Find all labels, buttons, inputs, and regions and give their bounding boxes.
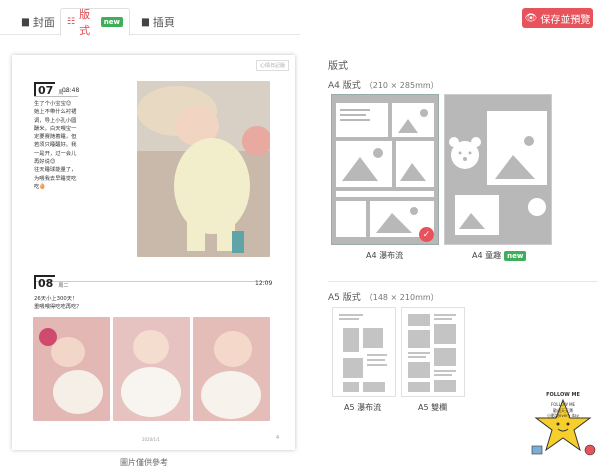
a4-section-title: A4 版式 （210 × 285mm）: [328, 78, 439, 91]
tab-bar: ▆ 封面 ☷ 版式 new ▆ 插頁: [0, 8, 300, 37]
photo-image: [193, 317, 270, 421]
new-badge: new: [504, 250, 527, 261]
divider: [34, 96, 78, 97]
template-a5-two-column-label: A5 雙欄: [418, 402, 447, 413]
label-text: A4 童趣: [472, 251, 502, 260]
mascot-icon: FOLLOW ME: [531, 392, 596, 456]
template-a4-waterfall[interactable]: [331, 94, 439, 245]
entry-text: 生了个小宝宝😊 她上不带什么衬裙 调，导上小孔小圆 酬米。白天喂宝一 定要赛随着…: [34, 101, 77, 190]
mascot-top-text: FOLLOW ME: [550, 402, 576, 407]
photo-image: [113, 317, 190, 421]
tab-layout[interactable]: ☷ 版式 new: [60, 8, 130, 37]
entry-text: 26天小上300天！ 重喂喂得吃吃再吃？: [34, 296, 82, 311]
template-a5-waterfall-label: A5 瀑布流: [344, 402, 381, 413]
layout-thumbnail: [408, 314, 456, 392]
tab-cover[interactable]: ▆ 封面: [16, 8, 61, 35]
entry-time: 12:09: [255, 280, 273, 287]
day-number: 08: [34, 275, 56, 289]
book-icon: ▆: [22, 16, 29, 27]
bookmark-icon: ▆: [142, 16, 149, 27]
day-number: 07: [34, 82, 56, 96]
template-a4-waterfall-label: A4 瀑布流: [366, 250, 403, 261]
selected-check-icon: ✓: [419, 227, 434, 242]
baby-photo-sleeping: [137, 81, 270, 257]
a5-dims: （148 × 210mm）: [364, 293, 439, 302]
mascot-logo: FOLLOW ME FOLLOW ME 歡迎天天寶 小影說every day: [528, 388, 598, 464]
baby-photo: [113, 317, 190, 421]
section-divider: [328, 281, 598, 282]
label-text: A5 雙欄: [418, 403, 448, 412]
preview-caption: 圖片僅供參考: [120, 458, 168, 467]
photo-image: [137, 81, 270, 257]
template-a5-two-column[interactable]: [401, 307, 465, 397]
tab-insert-page[interactable]: ▆ 插頁: [136, 8, 181, 35]
a4-dims: （210 × 285mm）: [364, 81, 439, 90]
panel-title: 版式: [328, 61, 348, 72]
baby-photo: [33, 317, 110, 421]
page-date: 2020/1/1: [142, 437, 160, 442]
save-preview-button[interactable]: 👁 保存並預覽: [522, 8, 593, 28]
divider: [34, 281, 270, 282]
eye-icon: 👁: [524, 12, 538, 24]
layout-thumbnail: [339, 314, 387, 392]
label-text: A5 瀑布流: [344, 403, 382, 412]
layout-thumbnail: [332, 95, 438, 244]
tab-cover-label: 封面: [32, 15, 55, 29]
tab-insert-page-label: 插頁: [152, 15, 175, 29]
tab-layout-label: 版式: [79, 8, 91, 37]
weekday: 周二: [58, 283, 69, 289]
save-preview-label: 保存並預覽: [540, 14, 591, 26]
a5-section-title: A5 版式 （148 × 210mm）: [328, 290, 439, 303]
new-badge: new: [100, 17, 123, 27]
corner-mark: 4: [276, 435, 280, 441]
template-a5-waterfall[interactable]: [332, 307, 396, 397]
a4-title: A4 版式: [328, 81, 361, 91]
template-a4-fun-label: A4 童趣 new: [472, 250, 527, 261]
page-preview: 心情日記版 07 周一 08:48 生了个小宝宝😊 她上不带什么衬裙 调，导上小…: [12, 55, 295, 450]
baby-photo: [193, 317, 270, 421]
mascot-line2: 小影說every day: [547, 413, 579, 418]
entry-time: 08:48: [62, 87, 80, 94]
watermark: 心情日記版: [255, 60, 289, 71]
entry-date: 08 周二: [34, 275, 68, 289]
photo-image: [33, 317, 110, 421]
svg-text:FOLLOW ME: FOLLOW ME: [546, 392, 580, 398]
a5-title: A5 版式: [328, 293, 361, 303]
layout-thumbnail: [445, 95, 551, 244]
template-a4-fun[interactable]: [444, 94, 552, 245]
grid-icon: ☷: [67, 17, 76, 27]
label-text: A4 瀑布流: [366, 251, 404, 260]
